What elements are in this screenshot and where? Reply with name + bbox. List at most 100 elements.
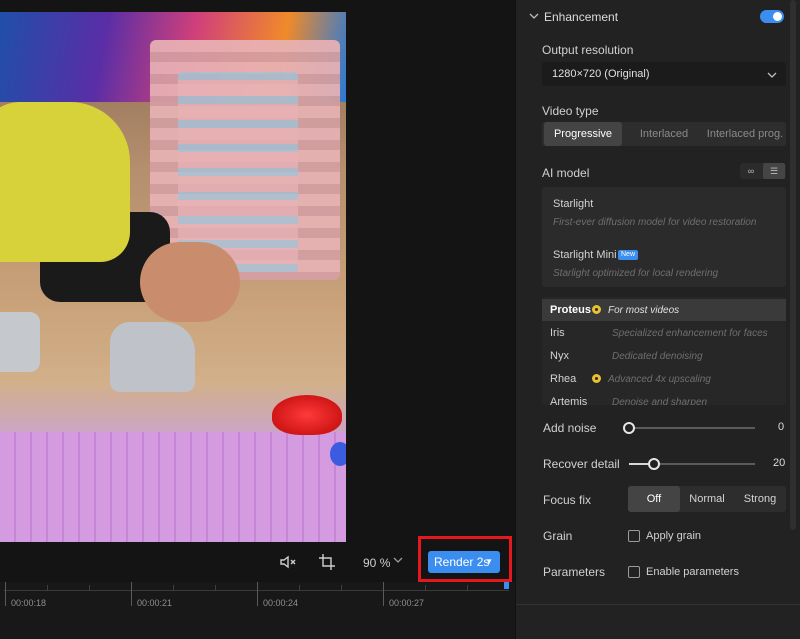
caret-down-icon[interactable]: ▼: [485, 551, 493, 573]
slider-knob[interactable]: [623, 422, 635, 434]
video-type-segmented: Progressive Interlaced Interlaced prog.: [542, 122, 786, 146]
add-noise-value: 0: [778, 421, 785, 433]
mute-icon[interactable]: [278, 553, 298, 573]
video-type-progressive[interactable]: Progressive: [544, 122, 622, 146]
recover-detail-label: Recover detail: [543, 457, 620, 471]
enhancement-toggle[interactable]: [760, 10, 784, 23]
video-type-interlaced-prog[interactable]: Interlaced prog.: [704, 122, 786, 146]
model-description: Dedicated denoising: [612, 351, 703, 362]
timeline-label: 00:00:18: [11, 598, 47, 608]
video-type-label: Video type: [542, 104, 599, 118]
timeline-minor-tick: [299, 585, 300, 591]
recover-detail-value: 20: [773, 457, 786, 469]
model-list: Proteus For most videos Iris Specialized…: [542, 297, 786, 405]
preview-area: 90 % Render 2s ▼ 00:00:18 00:00:21 00:00…: [0, 0, 515, 639]
model-name: Iris: [550, 327, 565, 339]
slider-track: [629, 427, 755, 429]
slider-knob[interactable]: [648, 458, 661, 470]
zoom-value[interactable]: 90 %: [363, 556, 390, 570]
output-resolution-value: 1280×720 (Original): [552, 68, 650, 80]
focus-fix-strong[interactable]: Strong: [734, 486, 786, 512]
video-person-shoe-left: [0, 312, 40, 372]
model-description: First-ever diffusion model for video res…: [553, 217, 757, 228]
video-person-shoe: [110, 322, 195, 392]
model-description: Specialized enhancement for faces: [612, 328, 768, 339]
timeline-tick: [257, 582, 258, 606]
focus-fix-normal[interactable]: Normal: [681, 486, 733, 512]
video-red-cone: [272, 395, 342, 435]
model-name: Starlight: [553, 198, 594, 210]
new-badge: New: [618, 250, 639, 260]
output-resolution-label: Output resolution: [542, 43, 634, 57]
zoom-number: 90: [363, 556, 377, 570]
model-option-starlight-mini[interactable]: Starlight Mini New Starlight optimized f…: [542, 239, 786, 287]
panel-divider: [516, 604, 800, 605]
apply-grain-label[interactable]: Apply grain: [646, 530, 701, 542]
video-type-interlaced[interactable]: Interlaced: [624, 122, 704, 146]
model-name: Artemis: [550, 396, 588, 405]
model-name: Starlight Mini: [553, 249, 617, 261]
add-noise-slider[interactable]: [623, 422, 755, 434]
model-row-proteus[interactable]: Proteus For most videos: [542, 299, 786, 321]
focus-fix-segmented: Off Normal Strong: [628, 486, 786, 512]
section-title[interactable]: Enhancement: [544, 10, 618, 24]
chevron-down-icon[interactable]: [528, 9, 540, 21]
model-row-rhea[interactable]: Rhea Advanced 4x upscaling: [542, 368, 786, 390]
enable-parameters-checkbox[interactable]: [628, 566, 640, 578]
list-view-icon[interactable]: ☰: [763, 163, 785, 179]
grid-view-icon[interactable]: ∞: [740, 163, 762, 179]
chevron-down-icon: [767, 72, 777, 78]
timeline-minor-tick: [341, 585, 342, 591]
timeline-label: 00:00:27: [389, 598, 425, 608]
timeline[interactable]: 00:00:18 00:00:21 00:00:24 00:00:27: [0, 582, 515, 639]
video-blue-object: [330, 442, 346, 466]
timeline-minor-tick: [215, 585, 216, 591]
star-icon: [592, 305, 601, 314]
model-option-starlight[interactable]: Starlight First-ever diffusion model for…: [542, 187, 786, 235]
model-description: Advanced 4x upscaling: [608, 374, 711, 385]
panel-scrollbar[interactable]: [790, 0, 796, 530]
model-row-nyx[interactable]: Nyx Dedicated denoising: [542, 345, 786, 367]
model-description: Starlight optimized for local rendering: [553, 268, 719, 279]
timeline-minor-tick: [47, 585, 48, 591]
chevron-down-icon[interactable]: [392, 553, 406, 569]
timeline-minor-tick: [89, 585, 90, 591]
focus-fix-off[interactable]: Off: [628, 486, 680, 512]
timeline-label: 00:00:21: [137, 598, 173, 608]
video-floor-mat: [0, 432, 346, 542]
video-person-leg: [140, 242, 240, 322]
model-description: Denoise and sharpen: [612, 397, 708, 405]
timeline-tick: [383, 582, 384, 606]
timeline-tick: [131, 582, 132, 606]
parameters-label: Parameters: [543, 565, 606, 579]
timeline-minor-tick: [467, 585, 468, 591]
model-name: Nyx: [550, 350, 569, 362]
render-button[interactable]: Render 2s ▼: [428, 551, 500, 573]
zoom-unit: %: [379, 556, 391, 570]
add-noise-label: Add noise: [543, 421, 597, 435]
timeline-label: 00:00:24: [263, 598, 299, 608]
grain-label: Grain: [543, 529, 573, 543]
output-resolution-select[interactable]: 1280×720 (Original): [542, 62, 786, 86]
crop-icon[interactable]: [317, 553, 337, 573]
settings-panel: Enhancement Output resolution 1280×720 (…: [515, 0, 800, 639]
recover-detail-slider[interactable]: [629, 458, 755, 470]
video-frame: [0, 12, 346, 542]
video-person-shirt: [0, 102, 130, 262]
focus-fix-label: Focus fix: [543, 493, 592, 507]
model-view-toggle: ∞ ☰: [740, 163, 786, 179]
model-name: Rhea: [550, 373, 577, 385]
star-icon: [592, 374, 601, 383]
timeline-tick: [5, 582, 6, 606]
timeline-minor-tick: [425, 585, 426, 591]
model-name: Proteus: [550, 304, 591, 316]
enable-parameters-label[interactable]: Enable parameters: [646, 566, 739, 578]
model-description: For most videos: [608, 305, 680, 316]
timeline-playhead[interactable]: [504, 582, 509, 589]
render-label: Render 2s: [434, 555, 490, 569]
timeline-minor-tick: [173, 585, 174, 591]
diffusion-models-box: Starlight First-ever diffusion model for…: [542, 187, 786, 287]
model-row-iris[interactable]: Iris Specialized enhancement for faces: [542, 322, 786, 344]
model-row-artemis[interactable]: Artemis Denoise and sharpen: [542, 391, 786, 405]
apply-grain-checkbox[interactable]: [628, 530, 640, 542]
